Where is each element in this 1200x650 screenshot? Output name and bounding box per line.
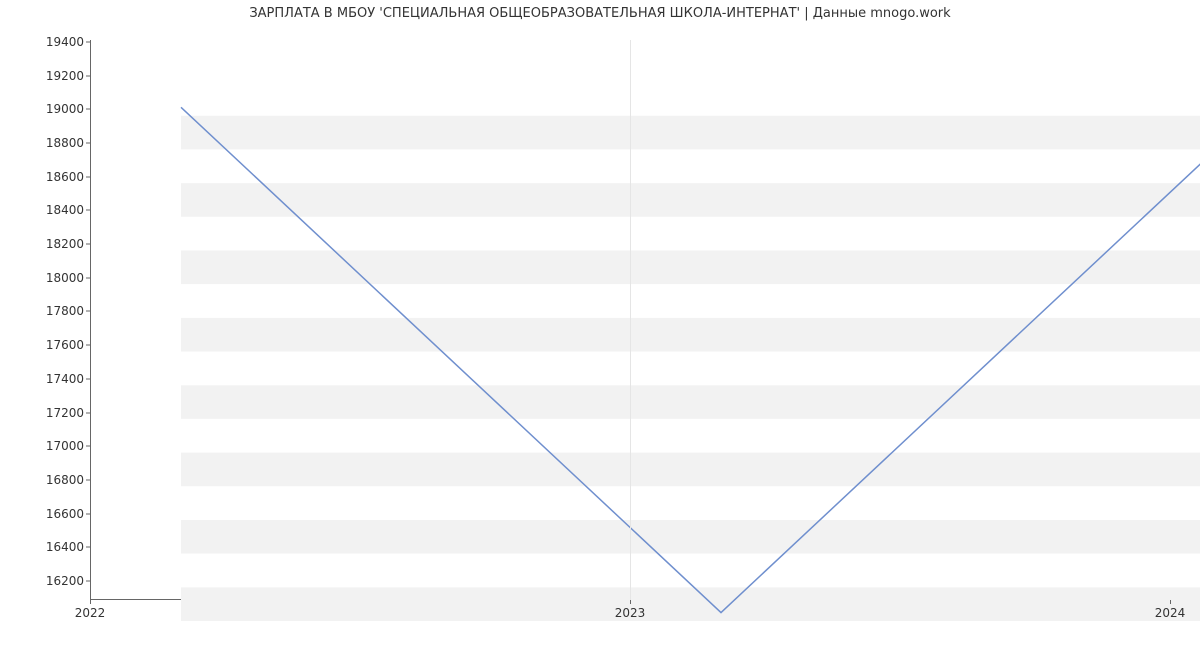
- y-tick-label: 18400: [34, 203, 84, 217]
- grid-band: [181, 486, 1200, 520]
- y-tick-label: 18000: [34, 271, 84, 285]
- y-tick-mark: [86, 143, 90, 144]
- y-tick-mark: [86, 547, 90, 548]
- y-tick-mark: [86, 479, 90, 480]
- chart-title: ЗАРПЛАТА В МБОУ 'СПЕЦИАЛЬНАЯ ОБЩЕОБРАЗОВ…: [0, 6, 1200, 21]
- grid-band: [181, 250, 1200, 284]
- grid-band: [181, 217, 1200, 251]
- x-tick-mark: [90, 600, 91, 604]
- y-tick-mark: [86, 75, 90, 76]
- grid-band: [181, 149, 1200, 183]
- x-tick-mark: [630, 600, 631, 604]
- grid-band: [181, 183, 1200, 217]
- y-tick-label: 17000: [34, 439, 84, 453]
- y-tick-mark: [86, 244, 90, 245]
- grid-band: [181, 587, 1200, 621]
- y-tick-mark: [86, 210, 90, 211]
- grid-band: [181, 520, 1200, 554]
- y-tick-mark: [86, 580, 90, 581]
- y-tick-mark: [86, 311, 90, 312]
- x-tick-mark: [1170, 600, 1171, 604]
- y-tick-mark: [86, 446, 90, 447]
- y-tick-mark: [86, 378, 90, 379]
- y-tick-label: 17400: [34, 372, 84, 386]
- y-tick-label: 17800: [34, 304, 84, 318]
- y-tick-mark: [86, 109, 90, 110]
- y-tick-label: 19000: [34, 102, 84, 116]
- x-gridline: [630, 40, 631, 600]
- grid-band: [181, 318, 1200, 352]
- y-tick-label: 17200: [34, 406, 84, 420]
- grid-band: [181, 351, 1200, 385]
- y-tick-label: 19400: [34, 35, 84, 49]
- grid-band: [181, 453, 1200, 487]
- grid-band: [181, 419, 1200, 453]
- chart-svg: [181, 80, 1200, 640]
- x-tick-label: 2024: [1155, 606, 1186, 620]
- x-tick-label: 2022: [75, 606, 106, 620]
- y-tick-label: 16600: [34, 507, 84, 521]
- grid-band: [181, 284, 1200, 318]
- grid-band: [181, 82, 1200, 116]
- y-tick-mark: [86, 345, 90, 346]
- chart-container: ЗАРПЛАТА В МБОУ 'СПЕЦИАЛЬНАЯ ОБЩЕОБРАЗОВ…: [0, 0, 1200, 650]
- y-tick-label: 16800: [34, 473, 84, 487]
- y-tick-label: 18200: [34, 237, 84, 251]
- y-tick-mark: [86, 42, 90, 43]
- y-tick-mark: [86, 277, 90, 278]
- grid-band: [181, 116, 1200, 150]
- grid-band: [181, 385, 1200, 419]
- grid-band: [181, 554, 1200, 588]
- y-tick-mark: [86, 176, 90, 177]
- y-tick-label: 16200: [34, 574, 84, 588]
- y-tick-label: 17600: [34, 338, 84, 352]
- y-tick-mark: [86, 513, 90, 514]
- y-tick-mark: [86, 412, 90, 413]
- y-tick-label: 18600: [34, 170, 84, 184]
- y-tick-label: 19200: [34, 69, 84, 83]
- y-tick-label: 16400: [34, 540, 84, 554]
- x-tick-label: 2023: [615, 606, 646, 620]
- y-tick-label: 18800: [34, 136, 84, 150]
